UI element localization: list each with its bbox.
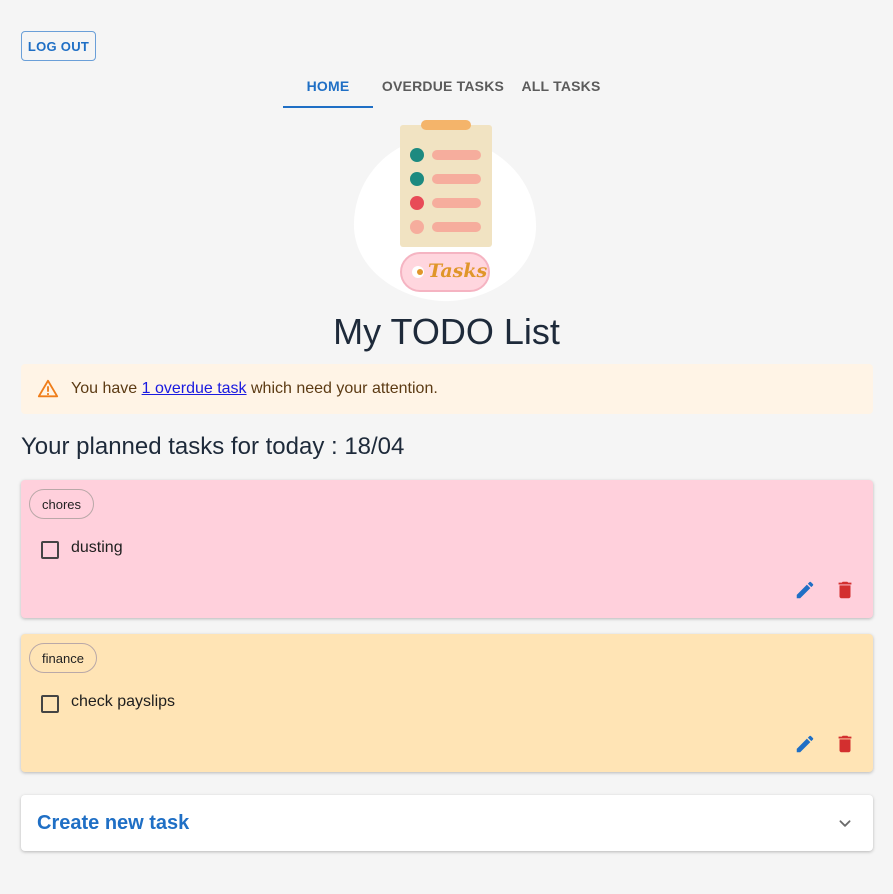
task-text: check payslips	[71, 693, 176, 710]
warning-icon	[37, 378, 59, 400]
task-checkbox[interactable]	[41, 695, 59, 713]
alert-prefix: You have	[71, 380, 142, 397]
tab-home[interactable]: HOME	[283, 66, 373, 108]
category-chip: chores	[29, 489, 95, 519]
tasks-logo: Tasks	[352, 117, 538, 303]
overdue-tasks-link[interactable]: 1 overdue task	[142, 380, 247, 397]
tab-all-tasks[interactable]: ALL TASKS	[513, 66, 609, 106]
logout-button[interactable]: LOG OUT	[21, 31, 96, 61]
task-card: chores dusting	[21, 480, 873, 618]
create-task-label: Create new task	[37, 812, 190, 834]
alert-suffix: which need your attention.	[246, 380, 438, 397]
planned-tasks-heading: Your planned tasks for today : 18/04	[21, 433, 405, 460]
page-title: My TODO List	[333, 311, 560, 352]
chevron-down-icon[interactable]	[834, 813, 856, 835]
overdue-alert: You have 1 overdue task which need your …	[21, 364, 873, 414]
task-card: finance check payslips	[21, 634, 873, 772]
tab-overdue-tasks[interactable]: OVERDUE TASKS	[373, 66, 513, 106]
task-text: dusting	[71, 539, 123, 556]
create-task-accordion[interactable]: Create new task	[21, 795, 873, 851]
edit-icon[interactable]	[794, 733, 816, 755]
main-tabs: HOME OVERDUE TASKS ALL TASKS	[283, 66, 609, 109]
alert-text: You have 1 overdue task which need your …	[71, 380, 438, 398]
edit-icon[interactable]	[794, 579, 816, 601]
logo-text: Tasks	[428, 260, 488, 282]
task-checkbox[interactable]	[41, 541, 59, 559]
delete-icon[interactable]	[834, 733, 856, 755]
category-chip: finance	[29, 643, 97, 673]
delete-icon[interactable]	[834, 579, 856, 601]
